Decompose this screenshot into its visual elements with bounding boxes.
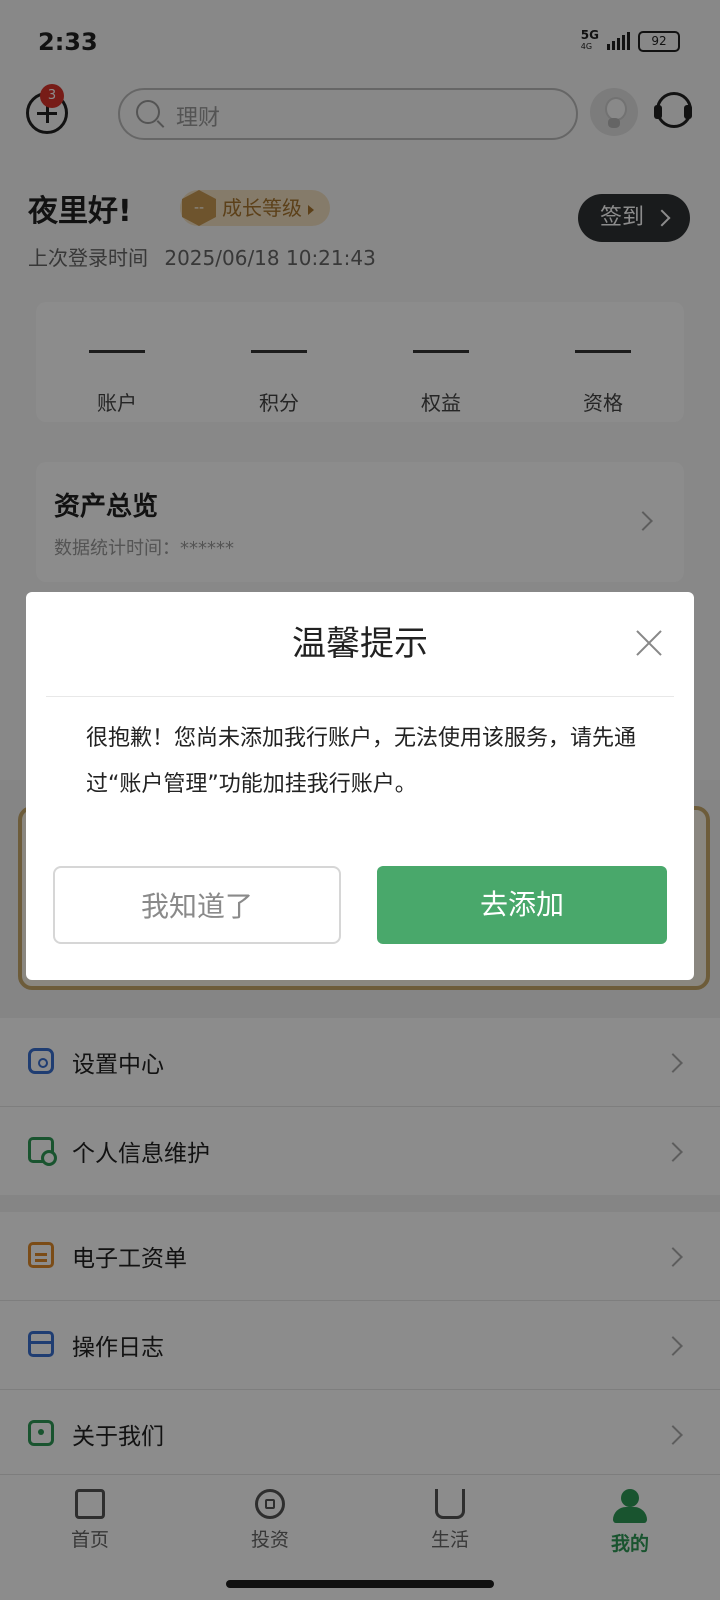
close-icon[interactable]	[634, 628, 664, 658]
dialog-message: 很抱歉！您尚未添加我行账户，无法使用该服务，请先通过“账户管理”功能加挂我行账户…	[86, 726, 637, 797]
tip-dialog: 温馨提示 很抱歉！您尚未添加我行账户，无法使用该服务，请先通过“账户管理”功能加…	[26, 592, 694, 980]
home-indicator[interactable]	[226, 1580, 494, 1588]
dialog-title: 温馨提示	[292, 624, 428, 664]
dialog-divider	[46, 696, 674, 697]
add-account-button[interactable]: 去添加	[377, 866, 667, 944]
acknowledge-button[interactable]: 我知道了	[53, 866, 341, 944]
